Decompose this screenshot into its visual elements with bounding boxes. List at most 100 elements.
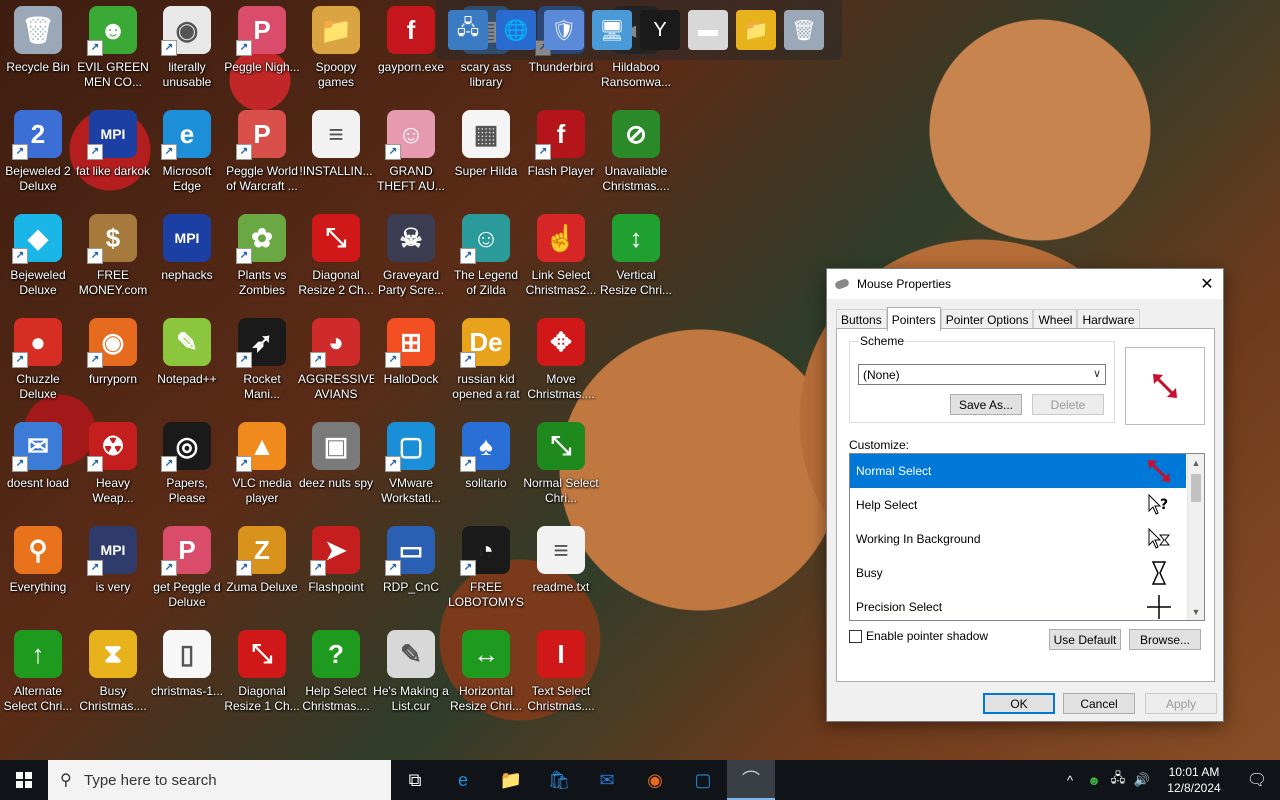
list-item[interactable]: Busy bbox=[850, 556, 1186, 590]
tab-hardware[interactable]: Hardware bbox=[1077, 309, 1140, 330]
people-icon[interactable]: ☻ bbox=[1082, 773, 1106, 788]
clock[interactable]: 10:01 AM 12/8/2024 bbox=[1154, 764, 1234, 796]
volume-icon[interactable]: 🔊 bbox=[1130, 772, 1154, 788]
list-item[interactable]: Precision Select bbox=[850, 590, 1186, 620]
desktop-icon[interactable]: ✎ Notepad++ bbox=[149, 312, 225, 412]
taskbar-search[interactable]: ⚲ Type here to search bbox=[48, 760, 391, 800]
desktop-icon[interactable]: ◕ AGGRESSIVE AVIANS bbox=[298, 312, 374, 412]
desktop-icon[interactable]: ⊞ HalloDock bbox=[373, 312, 449, 412]
folder-icon[interactable]: 📁 bbox=[736, 10, 776, 50]
list-item[interactable]: Normal Select bbox=[850, 454, 1186, 488]
desktop-icon[interactable]: ▢ VMware Workstati... bbox=[373, 416, 449, 516]
apply-button[interactable]: Apply bbox=[1145, 693, 1217, 714]
desktop-icon[interactable]: ✎ He's Making a List.cur bbox=[373, 624, 449, 724]
delete-button[interactable]: Delete bbox=[1032, 394, 1104, 415]
list-scrollbar[interactable]: ▲ ▼ bbox=[1187, 454, 1204, 620]
browse-button[interactable]: Browse... bbox=[1129, 629, 1201, 650]
yashma-icon[interactable]: Y bbox=[640, 10, 680, 50]
shield-icon[interactable]: 🛡 bbox=[544, 10, 584, 50]
desktop-icon[interactable]: MPI nephacks bbox=[149, 208, 225, 308]
desktop-icon[interactable]: ☻ EVIL GREEN MEN CO... bbox=[75, 0, 151, 100]
close-icon[interactable]: ✕ bbox=[1191, 269, 1223, 299]
ok-button[interactable]: OK bbox=[983, 693, 1055, 714]
tray-chevron-icon[interactable]: ^ bbox=[1058, 773, 1082, 788]
store-icon[interactable]: 🛍 bbox=[535, 760, 583, 800]
scroll-thumb[interactable] bbox=[1191, 474, 1201, 502]
drive-icon[interactable]: ▬ bbox=[688, 10, 728, 50]
desktop-icon[interactable]: I Text Select Christmas.... bbox=[523, 624, 599, 724]
tab-buttons[interactable]: Buttons bbox=[836, 309, 887, 330]
desktop-icon[interactable]: e Microsoft Edge bbox=[149, 104, 225, 204]
desktop-icon[interactable]: ☝ Link Select Christmas2... bbox=[523, 208, 599, 308]
desktop-icon[interactable]: ▯ christmas-1... bbox=[149, 624, 225, 724]
use-default-button[interactable]: Use Default bbox=[1049, 629, 1121, 650]
desktop-icon[interactable]: ▣ deez nuts spy bbox=[298, 416, 374, 516]
desktop-icon[interactable]: ≡ readme.txt bbox=[523, 520, 599, 620]
desktop-icon[interactable]: Z Zuma Deluxe bbox=[224, 520, 300, 620]
desktop-icon[interactable]: ⧗ Busy Christmas.... bbox=[75, 624, 151, 724]
desktop-icon[interactable]: ▲ VLC media player bbox=[224, 416, 300, 516]
desktop-icon[interactable]: f Flash Player bbox=[523, 104, 599, 204]
desktop-icon[interactable]: ✉ doesnt load bbox=[0, 416, 76, 516]
notifications-icon[interactable]: 🗨 bbox=[1234, 770, 1280, 790]
file-explorer-icon[interactable]: 📁 bbox=[487, 760, 535, 800]
desktop-icon[interactable]: ● Chuzzle Deluxe bbox=[0, 312, 76, 412]
desktop-icon[interactable]: ⤡ Diagonal Resize 1 Ch... bbox=[224, 624, 300, 724]
monitor-icon[interactable]: 🖥 bbox=[592, 10, 632, 50]
firefox-icon[interactable]: ◉ bbox=[631, 760, 679, 800]
desktop-icon[interactable]: ☺ GRAND THEFT AU... bbox=[373, 104, 449, 204]
desktop-icon[interactable]: ▭ RDP_CnC bbox=[373, 520, 449, 620]
desktop-icon[interactable]: ☠ Graveyard Party Scre... bbox=[373, 208, 449, 308]
mouse-properties-icon[interactable]: ⌒ bbox=[727, 760, 775, 800]
recycle-icon[interactable]: 🗑 bbox=[784, 10, 824, 50]
desktop-icon[interactable]: ⊘ Unavailable Christmas.... bbox=[598, 104, 674, 204]
desktop-icon[interactable]: MPI fat like darkok bbox=[75, 104, 151, 204]
pointer-shadow-option[interactable]: Enable pointer shadow bbox=[849, 629, 988, 643]
desktop-icon[interactable]: ◉ literally unusable bbox=[149, 0, 225, 100]
tab-wheel[interactable]: Wheel bbox=[1033, 309, 1078, 330]
desktop-icon[interactable]: ▦ Super Hilda bbox=[448, 104, 524, 204]
desktop-icon[interactable]: ➤ Flashpoint bbox=[298, 520, 374, 620]
desktop-icon[interactable]: P Peggle World of Warcraft ... bbox=[224, 104, 300, 204]
task-view-icon[interactable]: ⧉ bbox=[391, 760, 439, 800]
dialog-title-bar[interactable]: Mouse Properties ✕ bbox=[827, 269, 1223, 299]
desktop-icon[interactable]: ◆ Bejeweled Deluxe bbox=[0, 208, 76, 308]
network-icon[interactable]: 🖧 bbox=[448, 10, 488, 50]
desktop-icon[interactable]: ⤡ Diagonal Resize 2 Ch... bbox=[298, 208, 374, 308]
list-item[interactable]: Working In Background bbox=[850, 522, 1186, 556]
desktop-icon[interactable]: P Peggle Nigh... bbox=[224, 0, 300, 100]
desktop-icon[interactable]: 📁 Spoopy games bbox=[298, 0, 374, 100]
pointer-shadow-checkbox[interactable] bbox=[849, 629, 862, 643]
desktop-icon[interactable]: ↑ Alternate Select Chri... bbox=[0, 624, 76, 724]
desktop-icon[interactable]: De russian kid opened a rat bbox=[448, 312, 524, 412]
scroll-up-icon[interactable]: ▲ bbox=[1188, 454, 1204, 471]
pointer-list[interactable]: Normal Select Help Select? Working In Back… bbox=[849, 453, 1205, 621]
globe-icon[interactable]: 🌐 bbox=[496, 10, 536, 50]
desktop-icon[interactable]: ◎ Papers, Please bbox=[149, 416, 225, 516]
desktop-icon[interactable]: ↔ Horizontal Resize Chri... bbox=[448, 624, 524, 724]
desktop-icon[interactable]: ? Help Select Christmas.... bbox=[298, 624, 374, 724]
vmware-icon[interactable]: ▢ bbox=[679, 760, 727, 800]
desktop-icon[interactable]: ⚲ Everything bbox=[0, 520, 76, 620]
desktop-icon[interactable]: ⤡ Normal Select Chri... bbox=[523, 416, 599, 516]
desktop-icon[interactable]: Pget Peggle d Deluxe bbox=[149, 520, 225, 620]
desktop-icon[interactable]: 2 Bejeweled 2 Deluxe bbox=[0, 104, 76, 204]
desktop-icon[interactable]: ≡ !INSTALLIN... bbox=[298, 104, 374, 204]
desktop-icon[interactable]: MPI is very bbox=[75, 520, 151, 620]
network-icon[interactable]: 🖧 bbox=[1106, 769, 1130, 791]
scheme-dropdown[interactable]: (None) ∨ bbox=[858, 364, 1106, 385]
list-item[interactable]: Help Select? bbox=[850, 488, 1186, 522]
desktop-icon[interactable]: ✿ Plants vs Zombies bbox=[224, 208, 300, 308]
desktop-icon[interactable]: ☺ The Legend of Zilda bbox=[448, 208, 524, 308]
edge-icon[interactable]: e bbox=[439, 760, 487, 800]
desktop-icon[interactable]: 🗑 Recycle Bin bbox=[0, 0, 76, 100]
desktop-icon[interactable]: $ FREE MONEY.com bbox=[75, 208, 151, 308]
desktop-icon[interactable]: ↕ Vertical Resize Chri... bbox=[598, 208, 674, 308]
mail-icon[interactable]: ✉ bbox=[583, 760, 631, 800]
desktop-icon[interactable]: ◔ FREE LOBOTOMYS bbox=[448, 520, 524, 620]
start-button[interactable] bbox=[0, 760, 48, 800]
desktop-icon[interactable]: ☢ Heavy Weap... bbox=[75, 416, 151, 516]
desktop-icon[interactable]: ➶ Rocket Mani... bbox=[224, 312, 300, 412]
tab-pointers[interactable]: Pointers bbox=[886, 307, 941, 331]
desktop-icon[interactable]: ♠ solitario bbox=[448, 416, 524, 516]
